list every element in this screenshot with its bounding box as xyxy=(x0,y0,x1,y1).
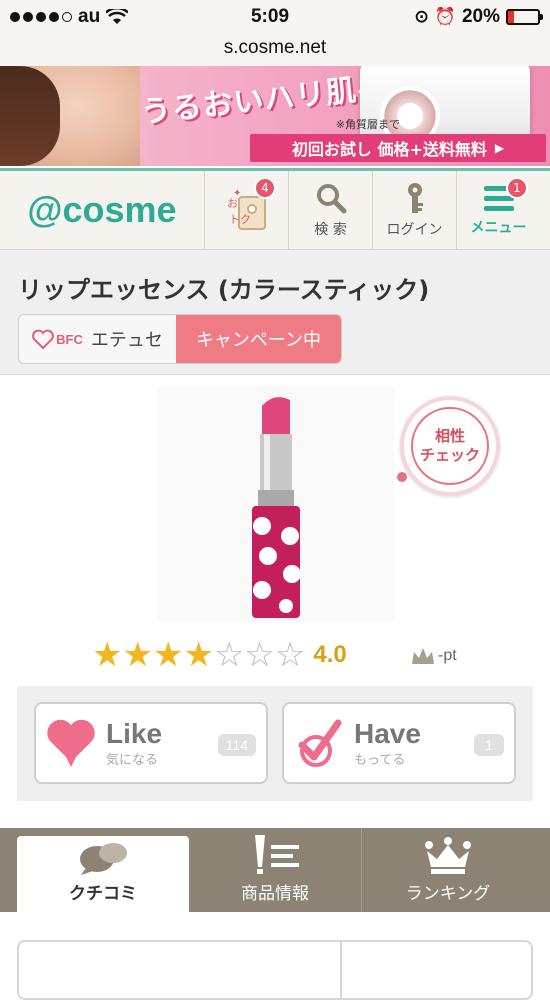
nav-menu[interactable]: メニュー 1 xyxy=(456,171,540,249)
brand-link[interactable]: BFC エテュセ xyxy=(19,315,176,363)
heart-icon xyxy=(47,719,95,767)
compat-label: 相性 チェック xyxy=(411,407,489,485)
have-sub: もってる xyxy=(354,752,406,768)
key-icon xyxy=(407,183,423,213)
review-summary-card[interactable] xyxy=(17,940,533,1000)
star-icon: ☆ xyxy=(274,635,306,675)
svg-text:✦: ✦ xyxy=(233,188,241,199)
speech-bubble-icon xyxy=(80,843,127,875)
list-icon xyxy=(255,835,299,874)
nav-search[interactable]: 検 索 xyxy=(288,171,372,249)
have-button[interactable]: Have もってる 1 xyxy=(282,702,516,784)
nav-menu-label: メニュー xyxy=(470,220,527,236)
star-icon: ★ xyxy=(152,635,184,675)
nav-search-label: 検 索 xyxy=(314,222,347,238)
nav-login[interactable]: ログイン xyxy=(372,171,456,249)
like-sub: 気になる xyxy=(106,752,159,768)
tab-ranking-label: ランキング xyxy=(405,884,491,904)
tab-bar: クチコミ 商品情報 ランキング xyxy=(0,828,550,912)
heart-logo-icon xyxy=(32,329,55,349)
star-icon: ☆ xyxy=(244,635,275,675)
site-header: @cosme お トク ✦ 4 検 索 ログイン メニュー 1 xyxy=(0,168,550,250)
have-label: Have xyxy=(354,717,421,749)
star-icon: ★ xyxy=(183,635,214,675)
ad-banner[interactable]: うるおいハリ肌へ! ※角質層まで 初回お試し 価格+送料無料 ▶ xyxy=(0,66,550,166)
have-count: 1 xyxy=(474,734,504,756)
alarm-icon: ⏰ xyxy=(434,7,456,26)
product-title-area: リップエッセンス (カラースティック) BFC エテュセ キャンペーン中 xyxy=(0,250,550,375)
carrier-label: au xyxy=(78,6,101,27)
product-title: リップエッセンス (カラースティック) xyxy=(18,276,430,304)
rating-row: ★ ★ ★ ★ ☆ ☆ ☆ 4.0 xyxy=(92,638,347,672)
card-divider xyxy=(340,940,342,1000)
play-arrow-icon: ▶ xyxy=(494,141,505,155)
svg-text:トク: トク xyxy=(229,213,251,226)
reviews-panel xyxy=(0,912,550,1000)
banner-cta-label: 初回お試し 価格+送料無料 xyxy=(291,140,487,159)
star-icon: ★ xyxy=(92,635,123,675)
model-hair xyxy=(0,66,60,166)
brand-name: エテュセ xyxy=(90,330,163,351)
url-text: s.cosme.net xyxy=(223,37,327,58)
search-icon xyxy=(316,184,346,214)
battery-percent: 20% xyxy=(461,6,500,27)
cosme-logo[interactable]: @cosme xyxy=(0,171,204,249)
bfc-text: BFC xyxy=(56,331,83,347)
coupon-badge: 4 xyxy=(254,177,276,199)
star-icon: ★ xyxy=(122,635,153,675)
points-text: -pt xyxy=(438,647,457,664)
battery-icon xyxy=(506,9,543,25)
address-bar[interactable]: s.cosme.net xyxy=(0,34,550,66)
brand-chip: BFC エテュセ キャンペーン中 xyxy=(18,314,342,364)
wifi-icon xyxy=(106,9,129,24)
like-button[interactable]: Like 気になる 114 xyxy=(34,702,268,784)
status-bar: au 5:09 ⊙ ⏰ 20% xyxy=(0,0,550,34)
lipstick-image xyxy=(252,397,301,618)
tab-ranking[interactable]: ランキング xyxy=(362,828,534,912)
product-image[interactable] xyxy=(158,386,394,622)
banner-note: ※角質層まで xyxy=(335,118,400,131)
rating-value: 4.0 xyxy=(313,641,347,668)
signal-icon xyxy=(10,12,72,22)
compat-pointer xyxy=(397,472,407,482)
menu-badge: 1 xyxy=(506,177,528,199)
action-box: Like 気になる 114 Have もってる 1 xyxy=(17,686,533,801)
nav-coupon[interactable]: お トク ✦ 4 xyxy=(204,171,288,249)
crown-icon xyxy=(425,837,471,874)
like-count: 114 xyxy=(217,734,256,756)
product-area: 相性 チェック ★ ★ ★ ★ ☆ ☆ ☆ 4.0 -pt Like 気になる … xyxy=(0,376,550,836)
tab-product-info-label: 商品情報 xyxy=(241,884,309,904)
compatibility-check-button[interactable]: 相性 チェック xyxy=(400,396,500,496)
tab-reviews[interactable]: クチコミ xyxy=(17,836,189,912)
crown-icon xyxy=(412,648,434,664)
points: -pt xyxy=(410,646,457,666)
tab-reviews-label: クチコミ xyxy=(69,884,137,904)
check-mark-icon xyxy=(298,719,342,767)
banner-cta-button[interactable]: 初回お試し 価格+送料無料 ▶ xyxy=(250,134,546,162)
rotation-lock-icon: ⊙ xyxy=(414,7,429,26)
campaign-badge[interactable]: キャンペーン中 xyxy=(176,315,341,363)
nav-login-label: ログイン xyxy=(386,222,443,238)
like-label: Like xyxy=(106,717,163,749)
tab-product-info[interactable]: 商品情報 xyxy=(189,828,361,912)
clock: 5:09 xyxy=(250,6,290,27)
bfc-logo: BFC xyxy=(32,329,83,349)
star-icon: ☆ xyxy=(213,635,245,675)
